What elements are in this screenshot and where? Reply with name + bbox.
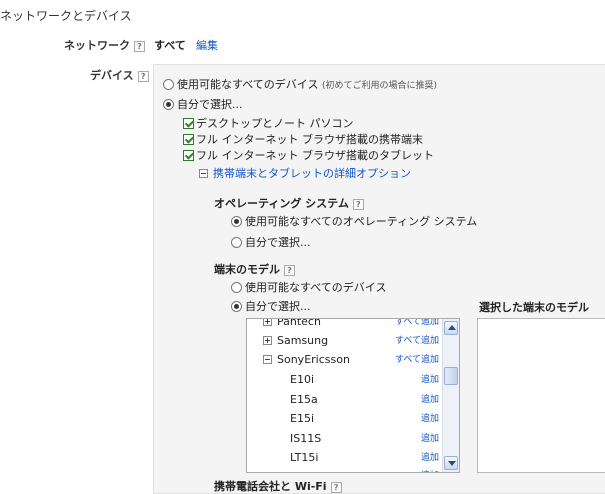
list-item-label: E15i bbox=[290, 412, 315, 425]
radio-model-all[interactable]: 使用可能なすべてのデバイス bbox=[231, 279, 386, 295]
add-all-link[interactable]: すべて追加 bbox=[395, 350, 439, 370]
radio-os-all[interactable]: 使用可能なすべてのオペレーティング システム bbox=[231, 213, 477, 229]
list-item: E10i 追加 bbox=[247, 370, 443, 390]
checkbox-desktop[interactable]: デスクトップとノート パソコン bbox=[183, 115, 354, 131]
devices-label-text: デバイス bbox=[90, 69, 134, 82]
radio-os-custom[interactable]: 自分で選択... bbox=[231, 234, 311, 250]
checkbox-icon[interactable] bbox=[183, 149, 194, 161]
radio-model-custom[interactable]: 自分で選択... bbox=[231, 298, 311, 314]
help-icon[interactable]: ? bbox=[330, 481, 342, 493]
radio-icon[interactable] bbox=[231, 300, 242, 312]
checkbox-tablet-label: フル インターネット ブラウザ搭載のタブレット bbox=[196, 149, 434, 162]
checkbox-icon[interactable] bbox=[183, 117, 194, 129]
list-item-name: Pantech bbox=[263, 318, 321, 332]
list-item-label: IS11S bbox=[290, 432, 322, 445]
list-item-label: E10i bbox=[290, 373, 315, 386]
network-label: ネットワーク? bbox=[64, 37, 145, 53]
radio-model-custom-label: 自分で選択... bbox=[245, 300, 311, 313]
list-item: SonyEricsson すべて追加 bbox=[247, 350, 443, 370]
radio-all-devices[interactable]: 使用可能なすべてのデバイス (初めてご利用の場合に推奨) bbox=[163, 76, 437, 92]
carrier-title-text: 携帯電話会社と Wi-Fi bbox=[214, 480, 327, 493]
scroll-up-icon[interactable] bbox=[444, 321, 458, 335]
radio-os-all-label: 使用可能なすべてのオペレーティング システム bbox=[245, 215, 478, 228]
list-item-label: LT15i bbox=[290, 451, 319, 464]
list-item-label: E15a bbox=[290, 393, 318, 406]
collapse-icon[interactable] bbox=[263, 354, 272, 364]
carrier-title: 携帯電話会社と Wi-Fi? bbox=[214, 478, 342, 494]
os-title: オペレーティング システム? bbox=[214, 195, 364, 211]
network-value: すべて bbox=[154, 39, 186, 52]
radio-model-all-label: 使用可能なすべてのデバイス bbox=[245, 281, 387, 294]
list-item-label: Pantech bbox=[277, 318, 321, 328]
network-label-text: ネットワーク bbox=[64, 39, 130, 52]
list-item: LT15i 追加 bbox=[247, 448, 443, 468]
radio-icon[interactable] bbox=[231, 281, 242, 293]
list-item: Pantech すべて追加 bbox=[247, 318, 443, 332]
model-title-text: 端末のモデル bbox=[214, 263, 280, 276]
radio-icon[interactable] bbox=[231, 215, 242, 227]
add-link[interactable]: 追加 bbox=[421, 409, 439, 429]
help-icon[interactable]: ? bbox=[137, 70, 149, 82]
selected-models-list[interactable] bbox=[477, 318, 605, 473]
list-item: E15i 追加 bbox=[247, 409, 443, 429]
list-item-name: SonyEricsson bbox=[263, 350, 350, 370]
list-item: Samsung すべて追加 bbox=[247, 331, 443, 351]
checkbox-icon[interactable] bbox=[183, 133, 194, 145]
scroll-down-icon[interactable] bbox=[444, 456, 458, 470]
radio-all-devices-label: 使用可能なすべてのデバイス bbox=[177, 78, 319, 91]
help-icon[interactable]: ? bbox=[284, 264, 295, 276]
help-icon[interactable]: ? bbox=[134, 40, 145, 52]
add-link[interactable]: 追加 bbox=[421, 448, 439, 468]
add-link[interactable]: 追加 bbox=[421, 429, 439, 449]
radio-custom-devices[interactable]: 自分で選択... bbox=[163, 96, 243, 112]
scroll-thumb[interactable] bbox=[444, 367, 458, 385]
checkbox-mobile-label: フル インターネット ブラウザ搭載の携帯端末 bbox=[196, 133, 423, 146]
list-item-label: SonyEricsson bbox=[277, 353, 350, 366]
add-link[interactable]: 追加 bbox=[421, 390, 439, 410]
list-item: 追加 bbox=[247, 466, 443, 472]
add-all-link[interactable]: すべて追加 bbox=[395, 331, 439, 351]
expand-icon[interactable] bbox=[263, 335, 272, 345]
list-item-label: Samsung bbox=[277, 334, 329, 347]
checkbox-desktop-label: デスクトップとノート パソコン bbox=[196, 117, 354, 130]
checkbox-tablet[interactable]: フル インターネット ブラウザ搭載のタブレット bbox=[183, 147, 434, 163]
radio-all-devices-hint: (初めてご利用の場合に推奨) bbox=[321, 81, 437, 91]
page-title: ネットワークとデバイス bbox=[0, 9, 132, 23]
list-item-name: Samsung bbox=[263, 331, 328, 351]
help-icon[interactable]: ? bbox=[352, 198, 364, 210]
radio-icon[interactable] bbox=[231, 236, 242, 248]
devices-label: デバイス? bbox=[90, 67, 149, 83]
add-all-link[interactable]: すべて追加 bbox=[395, 319, 439, 332]
checkbox-mobile[interactable]: フル インターネット ブラウザ搭載の携帯端末 bbox=[183, 131, 423, 147]
os-title-text: オペレーティング システム bbox=[214, 197, 349, 210]
radio-icon[interactable] bbox=[163, 98, 174, 110]
advanced-options-link[interactable]: 携帯端末とタブレットの詳細オプション bbox=[213, 167, 411, 180]
expand-icon[interactable] bbox=[263, 319, 272, 326]
selected-models-title: 選択した端末のモデル bbox=[479, 301, 589, 314]
list-item: IS11S 追加 bbox=[247, 429, 443, 449]
radio-custom-devices-label: 自分で選択... bbox=[177, 98, 243, 111]
network-edit-link[interactable]: 編集 bbox=[196, 37, 218, 53]
radio-os-custom-label: 自分で選択... bbox=[245, 236, 311, 249]
list-item: E15a 追加 bbox=[247, 390, 443, 410]
add-link[interactable]: 追加 bbox=[421, 370, 439, 390]
add-link[interactable]: 追加 bbox=[421, 466, 439, 472]
advanced-options-toggle[interactable]: 携帯端末とタブレットの詳細オプション bbox=[199, 165, 411, 181]
collapse-icon[interactable] bbox=[199, 168, 208, 178]
radio-icon[interactable] bbox=[163, 78, 174, 90]
device-model-list[interactable]: Pantech すべて追加 Samsung すべて追加 SonyEricsson… bbox=[246, 318, 460, 473]
list-scrollbar[interactable] bbox=[442, 319, 459, 472]
model-title: 端末のモデル? bbox=[214, 261, 295, 277]
